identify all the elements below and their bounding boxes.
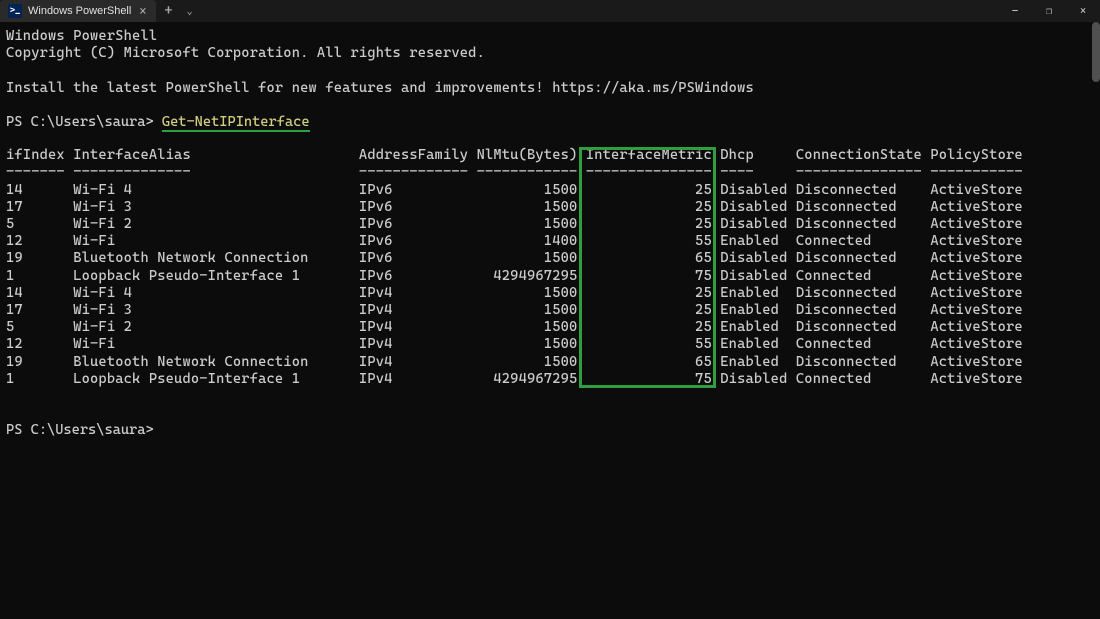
prompt-line: PS C:\Users\saura> Get-NetIPInterface xyxy=(6,114,1094,130)
table-row: 19 Bluetooth Network Connection IPv6 150… xyxy=(6,250,1094,267)
minimize-button[interactable]: — xyxy=(998,0,1032,22)
close-button[interactable]: × xyxy=(1066,0,1100,22)
prompt-end: PS C:\Users\saura> xyxy=(6,422,154,438)
blank xyxy=(6,130,1094,147)
prompt-end-line: PS C:\Users\saura> xyxy=(6,422,1094,438)
table-row: 17 Wi-Fi 3 IPv6 1500 25 Disabled Disconn… xyxy=(6,199,1094,216)
new-tab-button[interactable]: + xyxy=(156,3,180,19)
table-row: 5 Wi-Fi 2 IPv4 1500 25 Enabled Disconnec… xyxy=(6,319,1094,336)
blank xyxy=(6,405,1094,422)
header-line-1: Windows PowerShell xyxy=(6,28,1094,45)
tab-close-button[interactable]: × xyxy=(137,4,148,18)
table-row: 19 Bluetooth Network Connection IPv4 150… xyxy=(6,354,1094,371)
table-header: ifIndex InterfaceAlias AddressFamily NlM… xyxy=(6,147,1094,164)
prompt-prefix: PS C:\Users\saura> xyxy=(6,114,162,130)
table-row: 5 Wi-Fi 2 IPv6 1500 25 Disabled Disconne… xyxy=(6,216,1094,233)
table-rows: 14 Wi-Fi 4 IPv6 1500 25 Disabled Disconn… xyxy=(6,182,1094,388)
maximize-button[interactable]: ❐ xyxy=(1032,0,1066,22)
blank xyxy=(6,388,1094,405)
blank xyxy=(6,62,1094,79)
table-row: 1 Loopback Pseudo-Interface 1 IPv6 42949… xyxy=(6,268,1094,285)
table-row: 14 Wi-Fi 4 IPv6 1500 25 Disabled Disconn… xyxy=(6,182,1094,199)
table-row: 17 Wi-Fi 3 IPv4 1500 25 Enabled Disconne… xyxy=(6,302,1094,319)
command-text: Get-NetIPInterface xyxy=(162,114,310,130)
table-row: 1 Loopback Pseudo-Interface 1 IPv4 42949… xyxy=(6,371,1094,388)
table-row: 12 Wi-Fi IPv4 1500 55 Enabled Connected … xyxy=(6,336,1094,353)
powershell-icon: >_ xyxy=(8,4,22,18)
install-line: Install the latest PowerShell for new fe… xyxy=(6,80,1094,97)
tab-powershell[interactable]: >_ Windows PowerShell × xyxy=(0,0,156,22)
titlebar: >_ Windows PowerShell × + ⌄ — ❐ × xyxy=(0,0,1100,22)
window-controls: — ❐ × xyxy=(998,0,1100,22)
scrollbar[interactable] xyxy=(1092,22,1100,82)
blank xyxy=(6,97,1094,114)
table-row: 14 Wi-Fi 4 IPv4 1500 25 Enabled Disconne… xyxy=(6,285,1094,302)
tab-group: >_ Windows PowerShell × + ⌄ xyxy=(0,0,199,22)
tab-dropdown-button[interactable]: ⌄ xyxy=(181,6,199,17)
header-line-2: Copyright (C) Microsoft Corporation. All… xyxy=(6,45,1094,62)
table-row: 12 Wi-Fi IPv6 1400 55 Enabled Connected … xyxy=(6,233,1094,250)
tab-title: Windows PowerShell xyxy=(28,5,131,17)
table-divider: ------- -------------- ------------- ---… xyxy=(6,164,1094,181)
terminal-output[interactable]: Windows PowerShell Copyright (C) Microso… xyxy=(0,22,1100,619)
